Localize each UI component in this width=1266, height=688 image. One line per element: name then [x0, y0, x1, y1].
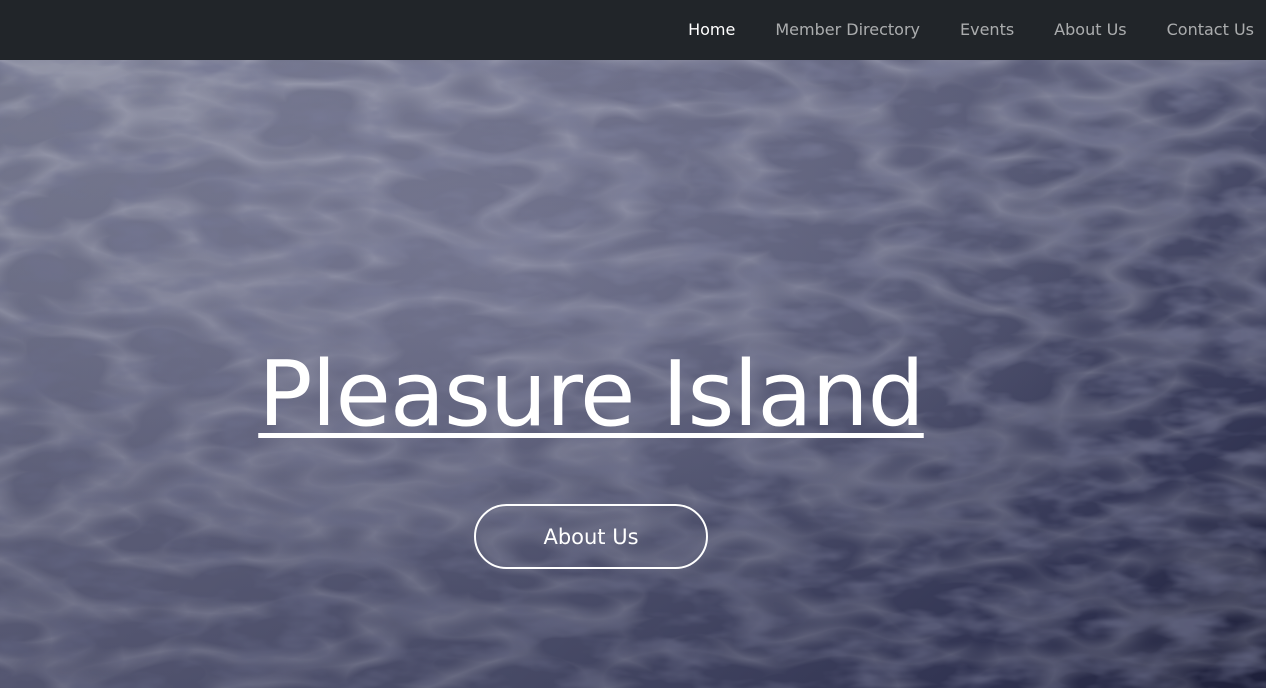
hero-section: Pleasure Island About Us: [0, 60, 1266, 688]
nav-link-member-directory[interactable]: Member Directory: [775, 20, 920, 40]
about-us-button[interactable]: About Us: [474, 504, 708, 569]
nav-item-events: Events: [920, 20, 1014, 40]
nav-item-contact-us: Contact Us: [1127, 20, 1254, 40]
top-navbar: Home Member Directory Events About Us Co…: [0, 0, 1266, 60]
nav-link-about-us[interactable]: About Us: [1054, 20, 1126, 40]
nav-item-member-directory: Member Directory: [735, 20, 920, 40]
nav-menu: Home Member Directory Events About Us Co…: [648, 0, 1254, 60]
hero-title[interactable]: Pleasure Island: [252, 344, 930, 446]
nav-link-events[interactable]: Events: [960, 20, 1014, 40]
nav-item-about-us: About Us: [1014, 20, 1126, 40]
nav-link-home[interactable]: Home: [688, 20, 735, 40]
nav-link-contact-us[interactable]: Contact Us: [1167, 20, 1254, 40]
nav-item-home: Home: [648, 20, 735, 40]
